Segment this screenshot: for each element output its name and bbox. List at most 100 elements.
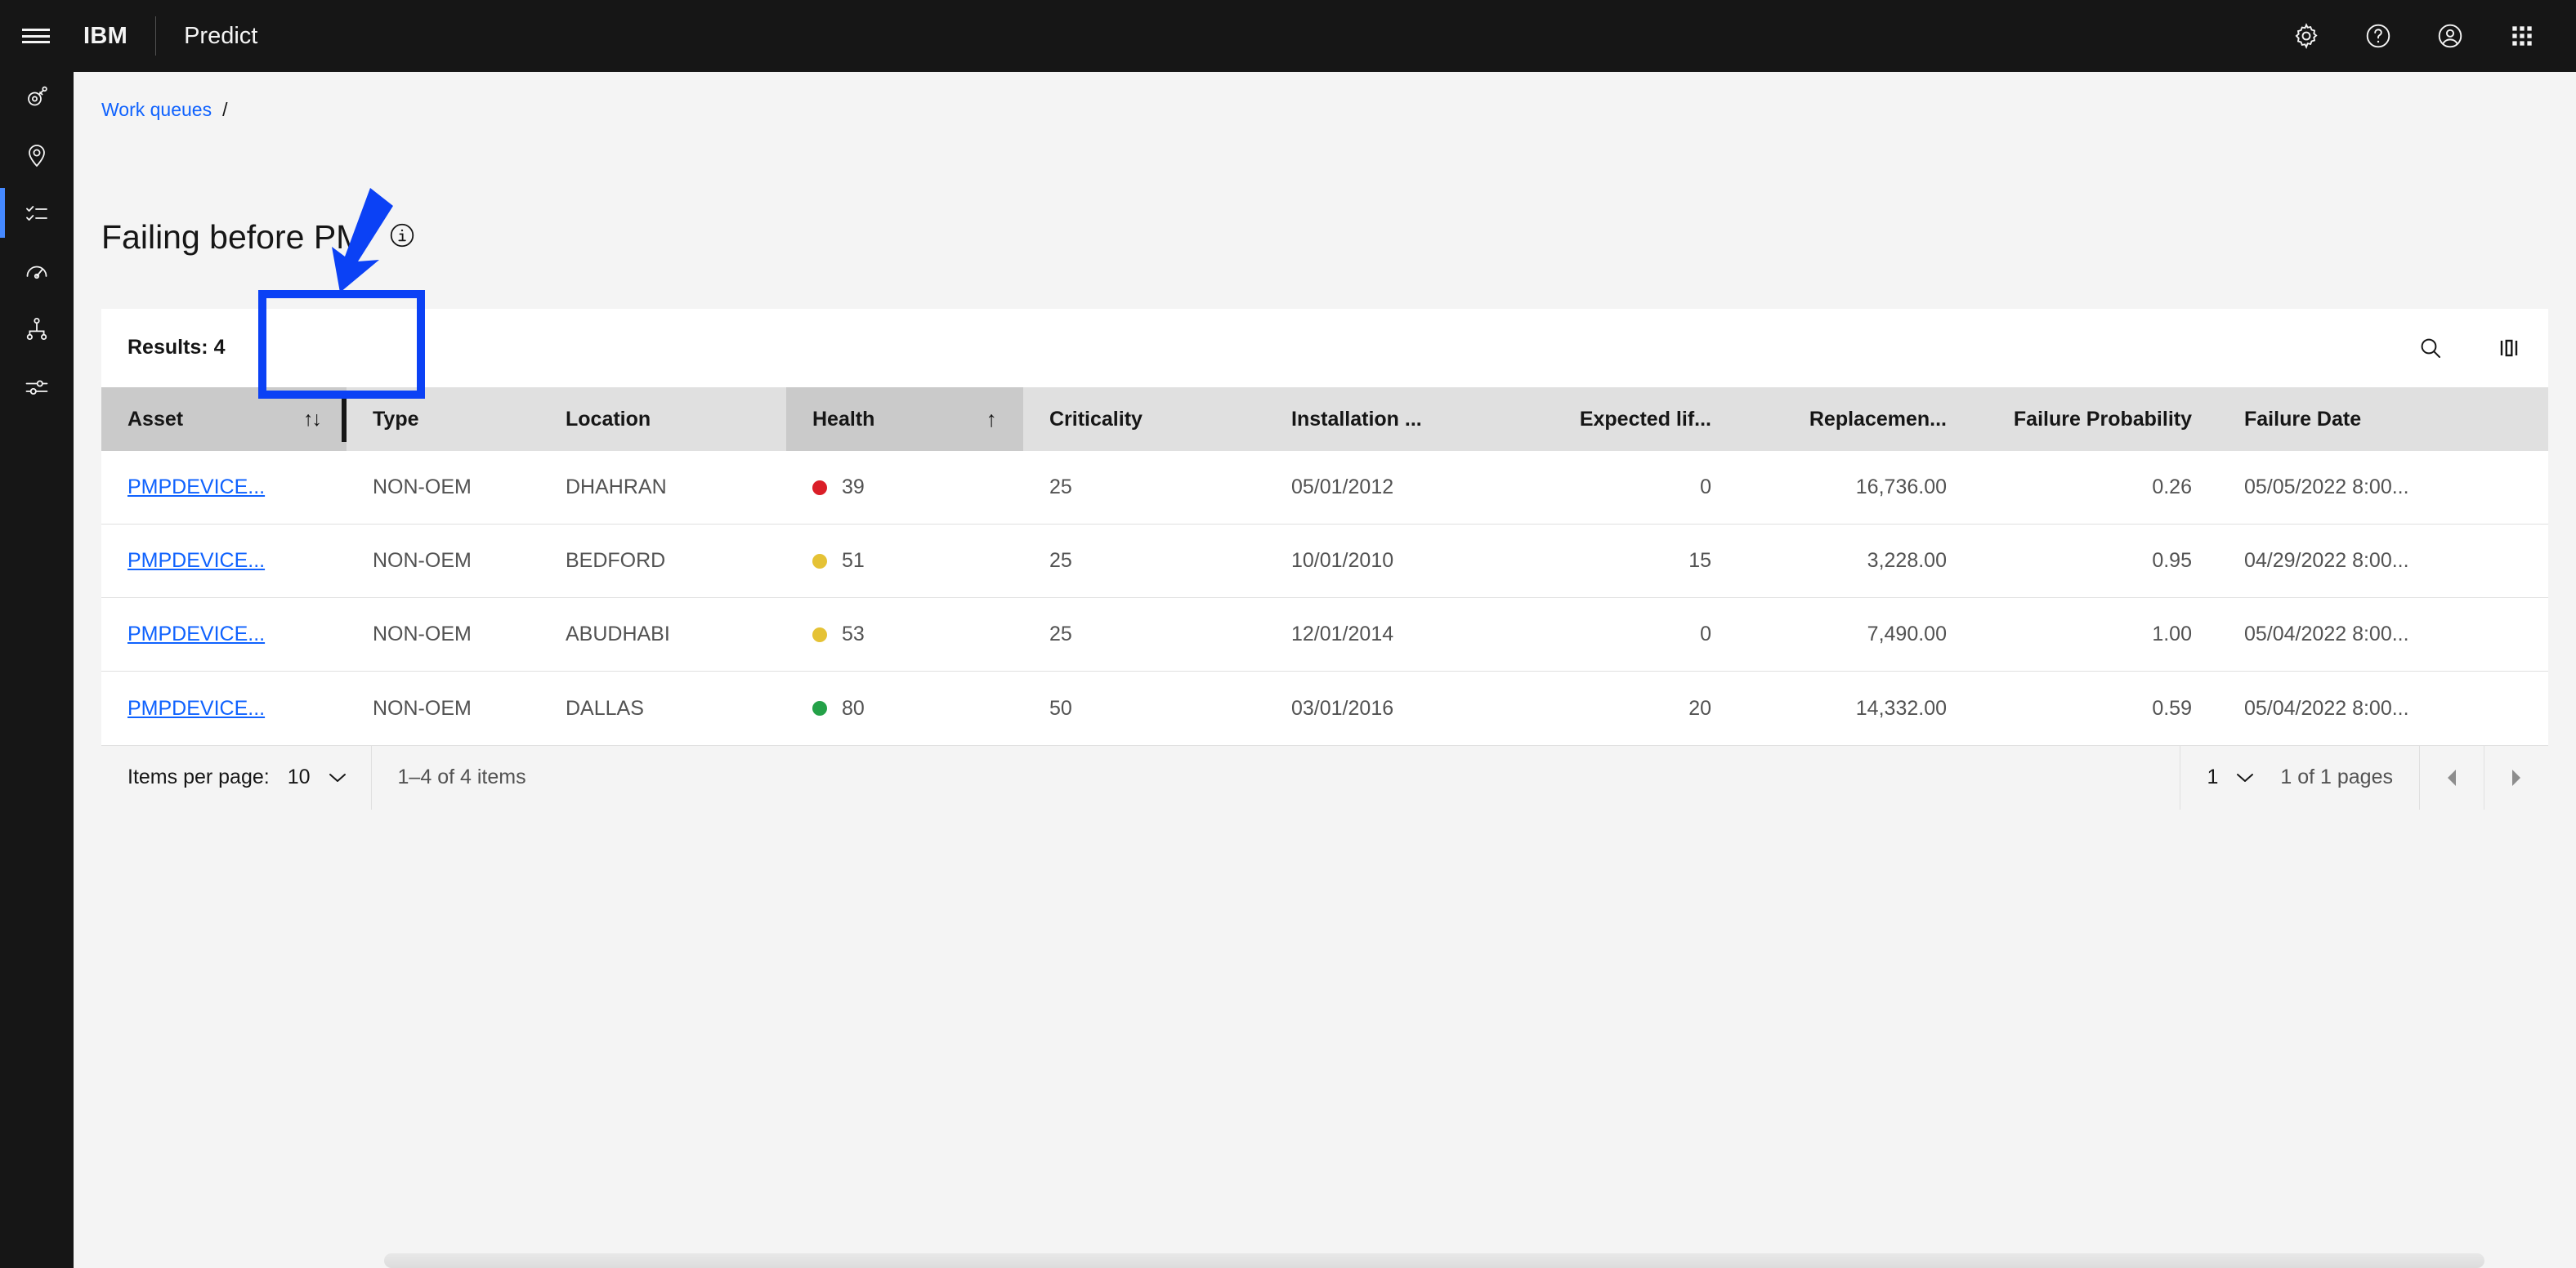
page-title-row: Failing before PM [101,217,416,257]
column-settings-icon[interactable] [2470,309,2548,387]
cell-expected: 15 [1502,549,1737,573]
cell-location: BEDFORD [539,549,786,573]
breadcrumb: Work queues / [101,97,227,122]
cell-installation: 10/01/2010 [1265,549,1502,573]
column-header-label: Criticality [1049,407,1143,431]
cell-value: 25 [1049,476,1072,498]
cell-value: 12/01/2014 [1291,623,1394,645]
settings-icon[interactable] [2270,0,2342,72]
items-per-page-label: Items per page: [127,766,270,788]
table-toolbar: Results: 4 [101,309,2548,387]
pagination-range-text: 1–4 of 4 items [397,766,526,788]
asset-link[interactable]: PMPDEVICE... [127,549,265,573]
page-number-value: 1 [2207,766,2219,788]
column-header-installation[interactable]: Installation ... [1265,387,1502,451]
asset-link[interactable]: PMPDEVICE... [127,476,265,499]
ibm-logo-text: IBM [83,22,128,49]
pagination-right: 1 1 of 1 pages [2180,745,2548,810]
cell-value: 03/01/2016 [1291,696,1394,720]
column-header-health[interactable]: Health ↑ [786,387,1023,451]
breadcrumb-link-work-queues[interactable]: Work queues [101,97,212,122]
horizontal-scrollbar[interactable] [384,1253,2484,1268]
search-icon[interactable] [2391,309,2470,387]
column-header-label: Failure Probability [2013,407,2192,431]
column-header-label: Replacemen... [1809,407,1947,431]
column-header-criticality[interactable]: Criticality [1023,387,1265,451]
table-row[interactable]: PMPDEVICE... NON-OEM DALLAS 80 50 03/01/2016 2… [101,672,2548,745]
sort-toggle-icon[interactable]: ↑↓ [287,408,322,431]
cell-value: 20 [1688,696,1711,720]
table-row[interactable]: PMPDEVICE... NON-OEM BEDFORD 51 25 10/01/2010… [101,525,2548,598]
cell-value: NON-OEM [373,696,472,720]
column-header-label: Location [566,407,651,431]
cell-value: 0.26 [2152,476,2192,498]
column-header-asset[interactable]: Asset ↑↓ [101,387,347,451]
table-row[interactable]: PMPDEVICE... NON-OEM DHAHRAN 39 25 05/01/2012… [101,451,2548,525]
chevron-down-icon [2236,767,2254,788]
help-icon[interactable] [2342,0,2414,72]
health-value: 80 [842,696,865,720]
column-header-label: Type [373,407,419,431]
cell-health: 80 [786,697,1023,721]
health-status-dot-icon [812,627,827,642]
cell-value: 1.00 [2152,623,2192,645]
sidebar-item-assets[interactable] [0,72,74,122]
hamburger-menu-icon[interactable] [0,0,72,72]
hamburger-bar [22,41,50,43]
sidebar-item-locations[interactable] [0,130,74,180]
chevron-down-icon [329,767,347,788]
cell-type: NON-OEM [347,697,539,721]
cell-value: 05/01/2012 [1291,476,1394,498]
cell-asset: PMPDEVICE... [101,549,347,573]
cell-value: 04/29/2022 8:00... [2244,549,2409,572]
column-header-failuredate[interactable]: Failure Date [2218,387,2540,451]
cell-failuredate: 05/04/2022 8:00... [2218,623,2540,646]
asset-link[interactable]: PMPDEVICE... [127,623,265,646]
brand-area[interactable]: IBM Predict [72,0,257,72]
sidebar-item-settings[interactable] [0,362,74,412]
sidebar-item-work-queues[interactable] [0,188,74,238]
health-value: 39 [842,476,865,498]
asset-link[interactable]: PMPDEVICE... [127,697,265,721]
health-value: 53 [842,623,865,645]
cell-replacement: 3,228.00 [1737,549,1973,573]
cell-type: NON-OEM [347,476,539,499]
column-header-replacement[interactable]: Replacemen... [1737,387,1973,451]
cell-value: DHAHRAN [566,476,667,498]
cell-value: 25 [1049,549,1072,572]
health-status-dot-icon [812,553,827,569]
sidebar-item-hierarchy[interactable] [0,304,74,354]
sort-ascending-icon[interactable]: ↑ [970,407,998,432]
cell-replacement: 16,736.00 [1737,476,1973,499]
cell-health: 51 [786,549,1023,573]
sidebar-item-meters[interactable] [0,246,74,296]
caret-right-icon[interactable] [2484,746,2548,810]
breadcrumb-separator: / [222,99,228,120]
information-icon[interactable] [388,221,416,253]
page-number-select[interactable]: 1 [2180,766,2280,789]
cell-failuredate: 04/29/2022 8:00... [2218,549,2540,573]
column-header-location[interactable]: Location [539,387,786,451]
cell-value: NON-OEM [373,476,472,498]
user-avatar-icon[interactable] [2414,0,2486,72]
hamburger-bar [22,29,50,31]
table-row[interactable]: PMPDEVICE... NON-OEM ABUDHABI 53 25 12/01/201… [101,598,2548,672]
cell-value: 0 [1700,623,1711,645]
app-switcher-icon[interactable] [2486,0,2558,72]
column-header-expected[interactable]: Expected lif... [1502,387,1737,451]
cell-criticality: 25 [1023,549,1265,573]
page-title: Failing before PM [101,218,364,256]
cell-failuredate: 05/04/2022 8:00... [2218,697,2540,721]
data-table-card: Results: 4 Asset ↑↓ Type Location Health ↑ Cri… [101,309,2548,810]
cell-value: DALLAS [566,696,644,720]
caret-left-icon[interactable] [2420,746,2484,810]
column-header-label: Health [812,407,875,431]
cell-value: 25 [1049,623,1072,645]
cell-value: 0.59 [2152,696,2192,720]
column-header-probability[interactable]: Failure Probability [1973,387,2218,451]
health-value: 51 [842,549,865,572]
items-per-page-select[interactable]: 10 [288,766,371,789]
cell-asset: PMPDEVICE... [101,623,347,646]
health-status-dot-icon [812,701,827,716]
column-header-type[interactable]: Type [347,387,539,451]
